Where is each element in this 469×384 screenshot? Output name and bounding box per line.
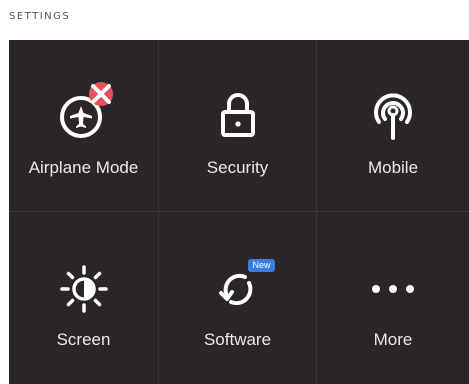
tile-more[interactable]: More bbox=[317, 212, 469, 384]
close-icon bbox=[90, 84, 111, 104]
tile-label: Security bbox=[206, 158, 269, 177]
section-title: SETTINGS bbox=[9, 11, 71, 22]
tile-label: Mobile bbox=[367, 158, 419, 177]
tile-security[interactable]: Security bbox=[159, 40, 317, 212]
lock-icon bbox=[207, 84, 269, 146]
tile-label: More bbox=[373, 330, 413, 349]
settings-page: SETTINGS Airplane Mode Security Mobile S… bbox=[0, 0, 469, 384]
tile-label: Airplane Mode bbox=[28, 158, 139, 177]
brightness-icon bbox=[53, 256, 115, 318]
error-badge bbox=[88, 82, 113, 106]
tile-label: Screen bbox=[56, 330, 111, 349]
tile-screen[interactable]: Screen bbox=[9, 212, 159, 384]
tile-mobile[interactable]: Mobile bbox=[317, 40, 469, 212]
new-badge: New bbox=[248, 259, 275, 272]
refresh-icon: New bbox=[207, 256, 275, 318]
tile-label: Software bbox=[203, 330, 272, 349]
tile-software[interactable]: New Software bbox=[159, 212, 317, 384]
settings-grid: Airplane Mode Security Mobile Screen New… bbox=[9, 40, 469, 384]
tile-airplane-mode[interactable]: Airplane Mode bbox=[9, 40, 159, 212]
airplane-icon bbox=[53, 82, 115, 146]
more-dots-icon bbox=[362, 256, 424, 318]
antenna-icon bbox=[362, 84, 424, 146]
